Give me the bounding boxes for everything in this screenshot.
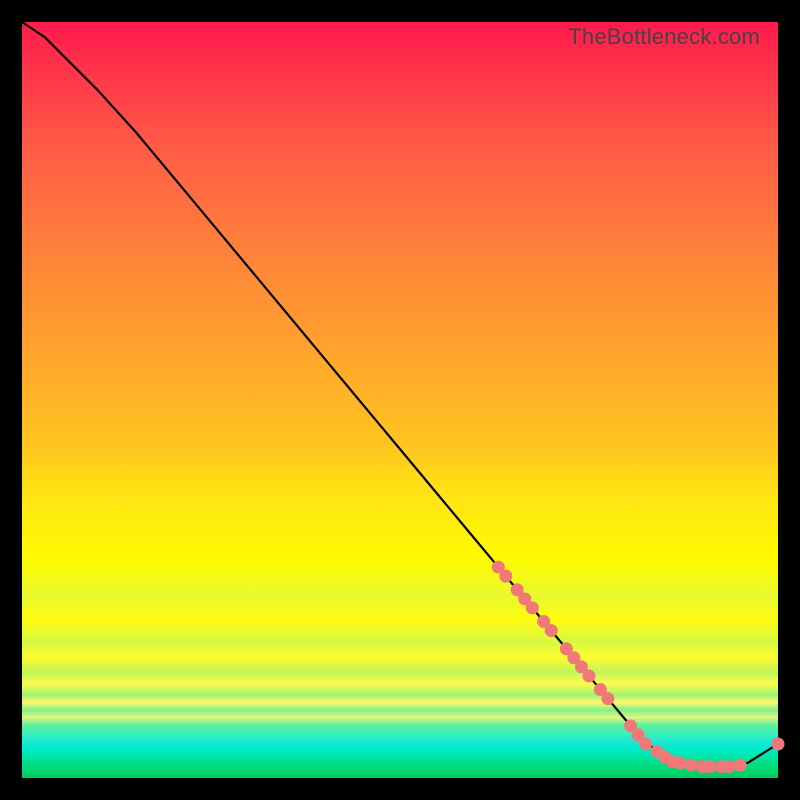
curve-marker [722,760,735,773]
curve-marker [545,624,558,637]
curve-marker [639,737,652,750]
curve-marker [673,756,686,769]
curve-marker [583,669,596,682]
curve-marker [526,601,539,614]
curve-marker [685,759,698,772]
curve-marker [772,737,785,750]
curve-marker [734,759,747,772]
plot-area: TheBottleneck.com [22,22,778,778]
curve-marker [499,570,512,583]
chart-svg [22,22,778,778]
chart-container: TheBottleneck.com [0,0,800,800]
curve-marker [703,760,716,773]
marker-group [492,561,785,774]
curve-marker [601,692,614,705]
curve-line [22,22,778,767]
